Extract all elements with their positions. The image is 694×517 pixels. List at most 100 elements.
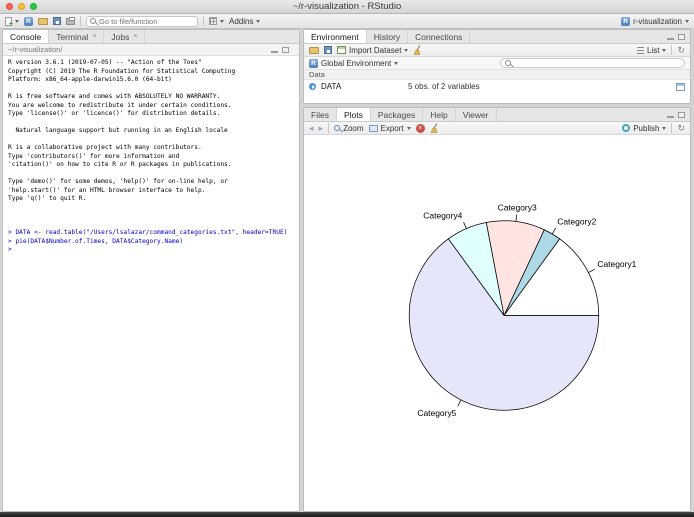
toolbar-separator	[671, 45, 673, 55]
tab-console[interactable]: Console	[3, 30, 50, 43]
previous-plot-button[interactable]: ◂	[309, 123, 314, 133]
new-file-button[interactable]	[5, 16, 19, 28]
clear-environment-button[interactable]	[413, 45, 422, 55]
close-icon[interactable]: ×	[92, 33, 96, 40]
clear-all-plots-button[interactable]	[430, 123, 439, 133]
zoom-button[interactable]: Zoom	[334, 123, 364, 133]
broom-icon	[430, 123, 438, 133]
refresh-plot-icon[interactable]: ↻	[677, 123, 685, 133]
console-line: R is free software and comes with ABSOLU…	[8, 93, 221, 100]
fullscreen-window-button[interactable]	[30, 3, 37, 10]
pie-label-tick	[457, 399, 462, 407]
list-icon	[637, 46, 644, 54]
tab-packages[interactable]: Packages	[371, 108, 424, 121]
console-line: You are welcome to redistribute it under…	[8, 101, 232, 109]
tab-label: Environment	[311, 31, 359, 42]
tab-jobs[interactable]: Jobs ×	[104, 30, 146, 43]
pane-window-buttons	[667, 108, 690, 121]
image-icon	[368, 124, 378, 132]
expand-object-icon[interactable]	[309, 83, 316, 90]
export-button[interactable]: Export	[368, 124, 411, 133]
goto-file-search[interactable]	[86, 15, 198, 27]
minimize-window-button[interactable]	[18, 3, 25, 10]
tab-label: Console	[10, 31, 42, 42]
environment-search-input[interactable]	[514, 58, 680, 68]
publish-label: Publish	[633, 123, 660, 133]
console-line: > pie(DATA$Number.of.Times, DATA$Categor…	[8, 237, 184, 245]
zoom-label: Zoom	[343, 123, 364, 133]
close-icon[interactable]: ×	[133, 33, 137, 40]
publish-button[interactable]: Publish	[622, 123, 667, 133]
plots-panel: Files Plots Packages Help Viewer ◂ ▸ Zoo…	[303, 107, 691, 512]
close-window-button[interactable]	[6, 3, 13, 10]
folder-icon	[309, 46, 319, 54]
print-button[interactable]	[66, 16, 75, 25]
tab-terminal[interactable]: Terminal ×	[49, 30, 105, 43]
open-file-button[interactable]	[38, 17, 48, 25]
save-icon	[53, 17, 61, 25]
tab-environment[interactable]: Environment	[304, 30, 367, 43]
tab-label: Help	[430, 109, 448, 120]
environment-tabbar: Environment History Connections	[304, 30, 690, 44]
addins-label: Addins	[229, 16, 254, 26]
save-workspace-button[interactable]	[324, 46, 332, 54]
pane-window-buttons	[667, 30, 690, 43]
window-bottom-edge	[0, 512, 694, 517]
r-environment-icon: R	[309, 58, 318, 68]
toolbar-separator	[671, 123, 673, 133]
pie-label: Category5	[417, 408, 456, 418]
console-line: Platform: x86_64-apple-darwin15.6.0 (64-…	[8, 76, 172, 83]
view-data-table-icon[interactable]	[676, 82, 685, 91]
console-output[interactable]: R version 3.6.1 (2019-07-05) -- "Action …	[3, 56, 299, 511]
load-workspace-button[interactable]	[309, 46, 319, 54]
chevron-down-icon	[406, 126, 411, 130]
goto-file-input[interactable]	[99, 16, 189, 26]
tab-help[interactable]: Help	[423, 108, 456, 121]
list-view-button[interactable]: List	[637, 46, 667, 55]
pie-label-tick	[551, 227, 557, 235]
tab-connections[interactable]: Connections	[408, 30, 471, 43]
chevron-down-icon	[256, 19, 261, 23]
tab-history[interactable]: History	[367, 30, 409, 43]
minimize-pane-icon[interactable]	[271, 50, 278, 53]
project-name-label: r-visualization	[633, 16, 682, 26]
console-line: Type 'q()' to quit R.	[8, 195, 87, 202]
import-dataset-label: Import Dataset	[349, 45, 402, 55]
maximize-pane-icon[interactable]	[678, 33, 685, 40]
r-project-icon: R	[24, 16, 33, 26]
maximize-pane-icon[interactable]	[282, 46, 289, 53]
tab-files[interactable]: Files	[304, 108, 337, 121]
console-line: Natural language support but running in …	[8, 127, 228, 134]
addins-button[interactable]: Addins	[229, 16, 261, 26]
tab-label: Jobs	[111, 31, 130, 42]
tab-plots[interactable]: Plots	[336, 108, 371, 121]
pie-label: Category4	[423, 210, 462, 220]
workspace-panes-button[interactable]	[209, 17, 224, 25]
project-menu-button[interactable]: R r-visualization	[621, 16, 689, 26]
environment-scope-row: R Global Environment	[304, 57, 690, 70]
minimize-pane-icon[interactable]	[667, 115, 674, 118]
chevron-down-icon	[404, 48, 409, 52]
environment-search[interactable]	[500, 58, 685, 68]
environment-object-row[interactable]: DATA 5 obs. of 2 variables	[304, 80, 690, 93]
remove-plot-button[interactable]: ×	[415, 123, 425, 133]
environment-section-header: Data	[304, 70, 690, 80]
toolbar-separator	[80, 16, 81, 26]
minimize-pane-icon[interactable]	[667, 37, 674, 40]
tab-viewer[interactable]: Viewer	[456, 108, 497, 121]
tab-label: History	[373, 31, 401, 42]
import-dataset-button[interactable]: Import Dataset	[337, 45, 409, 55]
tab-label: Packages	[377, 109, 416, 120]
save-button[interactable]	[53, 17, 61, 25]
maximize-pane-icon[interactable]	[678, 111, 685, 118]
next-plot-button[interactable]: ▸	[319, 123, 324, 133]
window-title: ~/r-visualization - RStudio	[292, 1, 402, 12]
tab-label: Files	[311, 109, 329, 120]
refresh-icon[interactable]: ↻	[677, 45, 685, 55]
pie-chart: Category1 Category2 Category3 Category4 Cate…	[408, 203, 637, 418]
global-environment-dropdown[interactable]: R Global Environment	[309, 58, 399, 68]
new-project-button[interactable]: R	[24, 16, 33, 26]
